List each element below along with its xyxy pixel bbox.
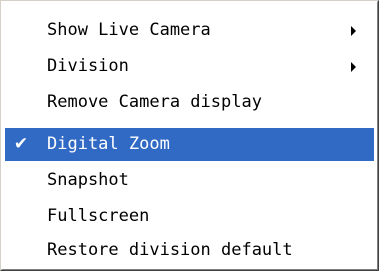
menu-item-label: Division <box>47 56 129 76</box>
menu-item-show-live-camera[interactable]: Show Live Camera <box>5 14 374 47</box>
menu-item-fullscreen[interactable]: Fullscreen <box>5 200 374 233</box>
submenu-arrow-icon <box>351 62 356 72</box>
menu-item-remove-camera-display[interactable]: Remove Camera display <box>5 86 374 119</box>
menu-item-snapshot[interactable]: Snapshot <box>5 164 374 197</box>
menu-item-label: Remove Camera display <box>47 92 262 112</box>
menu-item-division[interactable]: Division <box>5 50 374 83</box>
menu-item-label: Show Live Camera <box>47 20 211 40</box>
menu-item-label: Snapshot <box>47 170 129 190</box>
context-menu: Show Live Camera Division Remove Camera … <box>0 0 379 271</box>
menu-item-restore-division-default[interactable]: Restore division default <box>5 234 374 267</box>
menu-item-label: Restore division default <box>47 240 293 260</box>
menu-item-label: Digital Zoom <box>47 134 170 154</box>
menu-item-digital-zoom[interactable]: ✔ Digital Zoom <box>5 128 374 161</box>
context-menu-panel: Show Live Camera Division Remove Camera … <box>1 1 378 270</box>
submenu-arrow-icon <box>351 26 356 36</box>
checkmark-icon: ✔ <box>13 134 29 154</box>
menu-item-label: Fullscreen <box>47 206 150 226</box>
